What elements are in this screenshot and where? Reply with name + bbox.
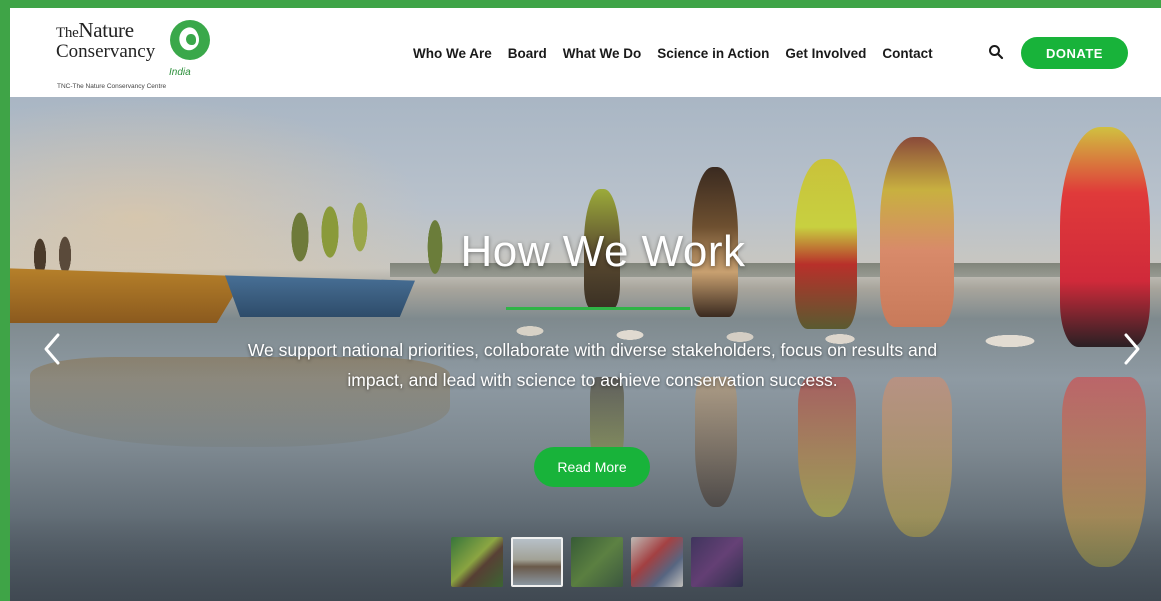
site-header: TheNature Conservancy India TNC-The Natu… — [10, 8, 1161, 97]
nav-what-we-do[interactable]: What We Do — [563, 46, 642, 61]
chevron-left-icon[interactable] — [40, 329, 64, 369]
carousel-thumbnail-5[interactable] — [691, 537, 743, 587]
carousel-thumbnail-4[interactable] — [631, 537, 683, 587]
carousel-thumbnail-2-active[interactable] — [511, 537, 563, 587]
carousel-thumbnail-3[interactable] — [571, 537, 623, 587]
logo-country: India — [169, 67, 191, 78]
search-icon[interactable] — [988, 44, 1004, 60]
nav-contact[interactable]: Contact — [882, 46, 932, 61]
title-underline — [506, 307, 690, 310]
logo[interactable]: TheNature Conservancy India TNC-The Natu… — [54, 16, 224, 92]
hero-image-reflection — [695, 377, 737, 507]
carousel-thumbnails — [451, 537, 751, 587]
hero-carousel: How We Work We support national prioriti… — [10, 97, 1161, 601]
hero-title: How We Work — [460, 227, 746, 276]
globe-leaf-icon — [170, 20, 210, 60]
page-frame: TheNature Conservancy India TNC-The Natu… — [10, 8, 1161, 601]
main-nav: Who We Are Board What We Do Science in A… — [413, 42, 949, 64]
nav-board[interactable]: Board — [508, 46, 547, 61]
logo-the: The — [56, 25, 79, 41]
nav-science-in-action[interactable]: Science in Action — [657, 46, 769, 61]
chevron-right-icon[interactable] — [1120, 329, 1144, 369]
read-more-button[interactable]: Read More — [534, 447, 650, 487]
logo-nature: Nature — [78, 18, 134, 42]
logo-conservancy: Conservancy — [56, 41, 156, 62]
nav-get-involved[interactable]: Get Involved — [785, 46, 866, 61]
donate-button[interactable]: DONATE — [1021, 37, 1128, 69]
hero-image-reflection — [882, 377, 952, 537]
hero-description: We support national priorities, collabor… — [247, 340, 938, 390]
logo-line-1: TheNature — [56, 18, 134, 43]
hero-image-reflection — [798, 377, 856, 517]
nav-who-we-are[interactable]: Who We Are — [413, 46, 492, 61]
logo-tagline: TNC-The Nature Conservancy Centre — [57, 83, 167, 90]
carousel-thumbnail-1[interactable] — [451, 537, 503, 587]
